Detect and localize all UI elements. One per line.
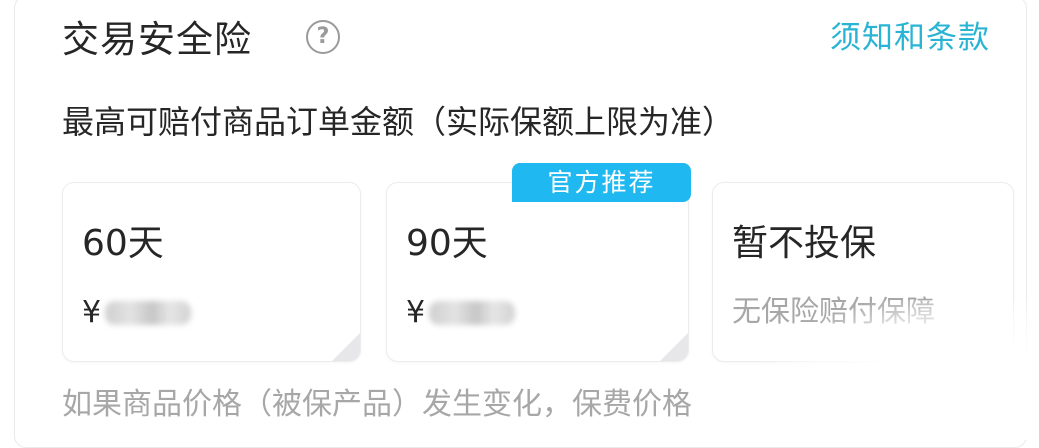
coverage-description: 最高可赔付商品订单金额（实际保额上限为准） [62, 103, 735, 141]
currency-symbol: ¥ [406, 295, 426, 330]
price-change-footnote: 如果商品价格（被保产品）发生变化，保费价格 [62, 387, 692, 422]
option-no-insurance[interactable]: 暂不投保 无保险赔付保障 [712, 182, 1014, 362]
selection-corner-mark [332, 333, 360, 361]
currency-symbol: ¥ [82, 295, 102, 330]
option-60-days[interactable]: 60天 ¥ [62, 182, 361, 362]
option-label: 暂不投保 [732, 223, 877, 264]
option-label: 60天 [82, 223, 164, 264]
option-90-days[interactable]: 90天 ¥ [386, 182, 689, 362]
option-label: 90天 [406, 223, 488, 264]
option-note: 无保险赔付保障 [732, 294, 936, 328]
help-icon[interactable]: ? [306, 20, 340, 54]
blurred-price-value [105, 301, 192, 325]
section-title: 交易安全险 [62, 18, 252, 61]
terms-link[interactable]: 须知和条款 [830, 16, 990, 60]
blurred-price-value [429, 301, 516, 325]
selection-corner-mark [660, 333, 688, 361]
option-price: ¥ [406, 293, 516, 333]
recommended-badge: 官方推荐 [512, 163, 691, 202]
option-price: ¥ [82, 293, 192, 333]
